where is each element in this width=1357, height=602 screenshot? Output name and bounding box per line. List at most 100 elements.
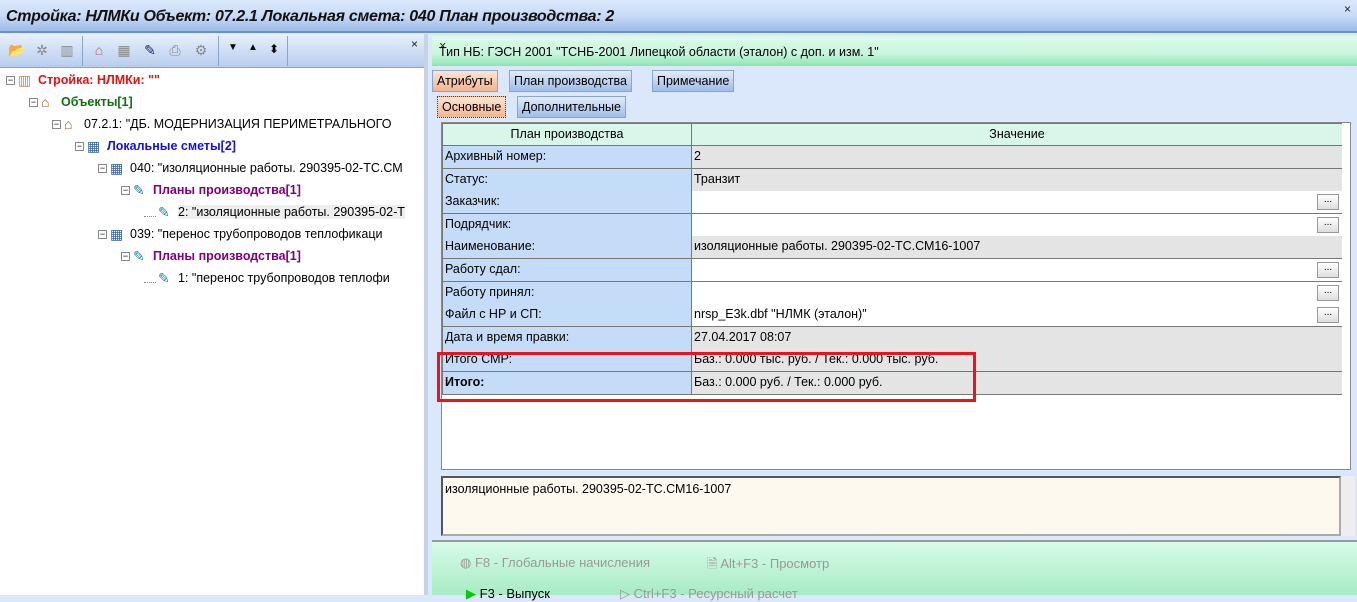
notepad-icon: ✎ [133,182,145,198]
preview-label: Alt+F3 - Просмотр [720,556,830,571]
browse-button[interactable]: ... [1317,216,1339,233]
tree-node[interactable]: ✎ 1: "перенос трубопроводов теплофи [144,268,390,288]
table-icon: ▦ [110,226,124,242]
grid-row[interactable]: Работу принял:... [442,281,1342,305]
grid-row[interactable]: Заказчик:... [442,191,1342,215]
memo-scrollbar[interactable] [1341,476,1355,536]
grid-row[interactable]: Работу сдал:... [442,259,1342,282]
value-cell[interactable]: Транзит [692,168,1342,192]
value-cell[interactable]: изоляционные работы. 290395-02-ТС.СМ16-1… [692,236,1342,260]
tree-node[interactable]: − ▦ 039: "перенос трубопроводов теплофикац… [98,224,382,244]
tree-panel: 📂 ✲ ▥ ⌂ ▦ ✎ ⎙ ⚙ ▼ ▲ ⬍ × − ▥ Стройка: НЛМКи… [0,34,428,595]
subtab-main[interactable]: Основные [437,96,507,118]
collapse-toggle[interactable]: − [6,75,15,85]
norm-base-header: Тип НБ: ГЭСН 2001 "ТСНБ-2001 Липецкой об… [432,36,1357,66]
settings-icon[interactable]: ⚙ [192,42,210,60]
close-panel-icon[interactable]: × [411,37,418,51]
tree-node[interactable]: − ⌂ 07.2.1: "ДБ. МОДЕРНИЗАЦИЯ ПЕРИМЕТРАЛЬН… [52,114,391,134]
tree-node[interactable]: ✎ 2: "изоляционные работы. 290395-02-Т [144,202,405,222]
collapse-toggle[interactable]: − [29,97,38,107]
play-icon: ▶ [466,586,476,601]
row-value[interactable]: Транзит [694,172,740,186]
row-value[interactable]: изоляционные работы. 290395-02-ТС.СМ16-1… [694,239,980,253]
value-cell[interactable]: ... [692,191,1342,215]
table-icon: ▦ [87,138,101,154]
grid-row[interactable]: Статус: Транзит [442,168,1342,192]
open-folder-icon[interactable]: 📂 [8,42,26,60]
grid-row[interactable]: Подрядчик:... [442,213,1342,237]
row-value[interactable]: nrsp_E3k.dbf "НЛМК (эталон)" [694,307,867,321]
attributes-grid: План производства Значение Архивный номе… [441,122,1351,470]
close-icon[interactable]: × [1344,2,1351,16]
value-cell[interactable]: nrsp_E3k.dbf "НЛМК (эталон)"... [692,304,1342,328]
tree-node-label: 039: "перенос трубопроводов теплофикаци [130,227,383,241]
grid-row[interactable]: Наименование: изоляционные работы. 290395… [442,236,1342,260]
tree-toolbar: 📂 ✲ ▥ ⌂ ▦ ✎ ⎙ ⚙ ▼ ▲ ⬍ × [0,34,424,68]
browse-button[interactable]: ... [1317,194,1339,211]
subtab-additional[interactable]: Дополнительные [517,96,626,118]
tree-node-label: Объекты[1] [61,95,133,109]
tree-node-label: Планы производства[1] [153,183,301,197]
grid-row[interactable]: Дата и время правки: 27.04.2017 08:07 [442,326,1342,350]
move-up-icon[interactable]: ▲ [244,42,262,60]
row-label: Наименование: [442,236,692,260]
collapse-toggle[interactable]: − [121,251,130,261]
details-panel: Тип НБ: ГЭСН 2001 "ТСНБ-2001 Липецкой об… [432,34,1357,601]
bug-icon[interactable]: ✲ [33,42,51,60]
collapse-toggle[interactable]: − [98,229,107,239]
house-icon: ⌂ [41,94,50,110]
row-label: Дата и время правки: [442,326,692,350]
title-bar: Стройка: НЛМКи Объект: 07.2.1 Локальная … [0,0,1357,33]
release-button[interactable]: ▶ F3 - Выпуск [466,586,550,602]
collapse-toggle[interactable]: − [98,163,107,173]
building-icon[interactable]: ▥ [58,42,76,60]
collapse-toggle[interactable]: − [75,141,84,151]
notepad-icon: ✎ [158,204,170,220]
tree-node[interactable]: − ▥ Стройка: НЛМКи: "" [6,70,160,90]
tree-node[interactable]: − ▦ Локальные сметы[2] [75,136,236,156]
row-label: Подрядчик: [442,213,692,237]
memo-field[interactable]: изоляционные работы. 290395-02-ТС.СМ16-1… [441,476,1341,536]
notepad-icon: ✎ [133,248,145,264]
table-icon: ▦ [110,160,124,176]
global-charges-button[interactable]: ◍ F8 - Глобальные начисления [460,555,650,571]
global-charges-label: F8 - Глобальные начисления [474,555,651,570]
tree-node-label: 1: "перенос трубопроводов теплофи [178,271,390,285]
row-label: Файл с НР и СП: [442,304,692,328]
collapse-toggle[interactable]: − [121,185,130,195]
expand-collapse-icon[interactable]: ⬍ [265,42,283,60]
window-title: Стройка: НЛМКи Объект: 07.2.1 Локальная … [6,8,615,25]
tree-node[interactable]: − ▦ 040: "изоляционные работы. 290395-02-Т… [98,158,403,178]
grid-row[interactable]: Архивный номер: 2 [442,146,1342,169]
browse-button[interactable]: ... [1317,307,1339,324]
row-value[interactable]: 27.04.2017 08:07 [694,330,791,344]
tab-attributes[interactable]: Атрибуты [432,70,498,92]
value-cell[interactable]: 2 [692,146,1342,169]
tab-production-plan[interactable]: План производства [509,70,632,92]
print-icon[interactable]: ⎙ [166,42,184,60]
close-icon[interactable]: × [439,39,1351,53]
grid-row[interactable]: Файл с НР и СП: nrsp_E3k.dbf "НЛМК (этало… [442,304,1342,328]
value-cell[interactable]: ... [692,213,1342,237]
row-label: Работу сдал: [442,259,692,282]
preview-button[interactable]: 🗎 Alt+F3 - Просмотр [707,555,829,577]
tab-note[interactable]: Примечание [652,70,735,92]
browse-button[interactable]: ... [1317,284,1339,301]
tree-node-label: Стройка: НЛМКи: "" [38,73,160,87]
column-header-value: Значение [692,123,1342,146]
tree-node[interactable]: − ✎ Планы производства[1] [121,180,301,200]
tree-node[interactable]: − ✎ Планы производства[1] [121,246,301,266]
tree-node[interactable]: − ⌂ Объекты[1] [29,92,133,112]
browse-button[interactable]: ... [1317,262,1339,278]
resource-calc-button[interactable]: ▷ Ctrl+F3 - Ресурсный расчет [620,586,798,602]
move-down-icon[interactable]: ▼ [224,42,242,60]
column-header-plan: План производства [442,123,692,146]
value-cell[interactable]: 27.04.2017 08:07 [692,326,1342,350]
value-cell[interactable]: ... [692,281,1342,305]
notepad-icon[interactable]: ✎ [141,42,159,60]
table-icon[interactable]: ▦ [115,42,133,60]
house-icon[interactable]: ⌂ [90,42,108,60]
value-cell[interactable]: ... [692,259,1342,282]
collapse-toggle[interactable]: − [52,119,61,129]
row-value[interactable]: 2 [694,149,701,163]
